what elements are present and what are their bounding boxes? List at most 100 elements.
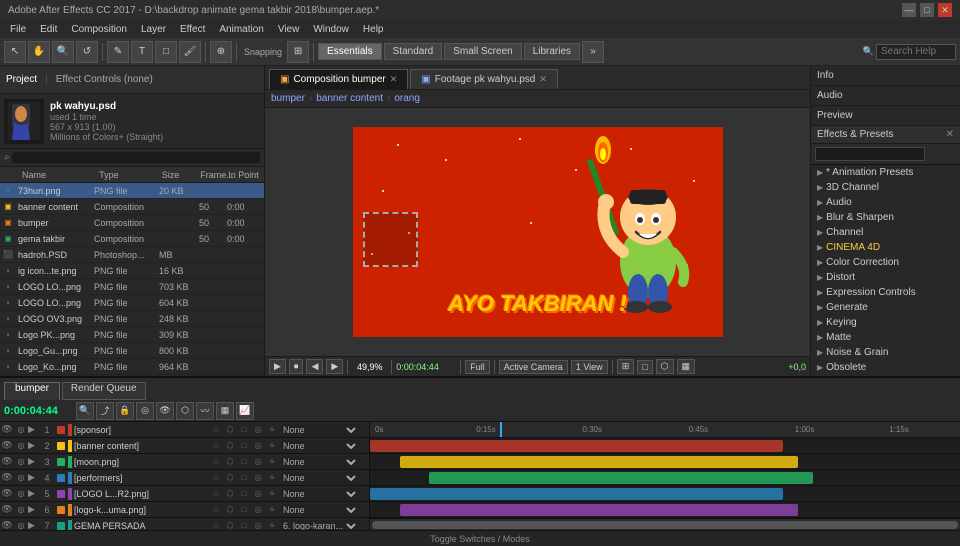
menu-animation[interactable]: Animation xyxy=(213,24,269,35)
layer-sw-2[interactable]: ⬡ xyxy=(223,502,237,518)
layer-sw-2[interactable]: ⬡ xyxy=(223,454,237,470)
layer-row[interactable]: 👁 ◎ ▶ 4 [performers] ☆ ⬡ □ ◎ ≡ None xyxy=(0,470,369,486)
file-row[interactable]: ▪ Logo PK...png PNG file 309 KB xyxy=(0,327,264,343)
camera-btn[interactable]: Active Camera xyxy=(499,360,568,374)
layer-parent-select[interactable]: 6. logo-karan... xyxy=(279,520,369,531)
effect-category-item[interactable]: ▶CINEMA 4D xyxy=(811,240,960,255)
effect-category-item[interactable]: ▶Matte xyxy=(811,330,960,345)
project-search-input[interactable] xyxy=(12,152,260,163)
workspace-small-screen[interactable]: Small Screen xyxy=(444,43,521,60)
layer-solo[interactable] xyxy=(54,518,68,531)
render-queue-tab[interactable]: Render Queue xyxy=(62,382,146,400)
layer-row[interactable]: 👁 ◎ ▶ 1 [sponsor] ☆ ⬡ □ ◎ ≡ None xyxy=(0,422,369,438)
layer-sw-5[interactable]: ≡ xyxy=(265,438,279,454)
layer-expand-arrow[interactable]: ▶ xyxy=(28,488,40,499)
pen-tool[interactable]: ✎ xyxy=(107,41,129,63)
file-row[interactable]: ▪ Logo_Gu...png PNG file 800 KB xyxy=(0,343,264,359)
layer-sw-4[interactable]: ◎ xyxy=(251,454,265,470)
menu-file[interactable]: File xyxy=(4,24,32,35)
effect-category-item[interactable]: ▶Color Correction xyxy=(811,255,960,270)
effect-category-item[interactable]: ▶Keying xyxy=(811,315,960,330)
tl-tool-draft[interactable]: ⬡ xyxy=(176,402,194,420)
layer-expand-arrow[interactable]: ▶ xyxy=(28,440,40,451)
workspace-more[interactable]: » xyxy=(582,41,604,63)
parent-dropdown[interactable]: None xyxy=(279,504,359,516)
parent-dropdown[interactable]: None xyxy=(279,456,359,468)
timeline-tab-bumper[interactable]: bumper xyxy=(4,382,60,400)
paint-tool[interactable]: 🖌 xyxy=(179,41,201,63)
menu-view[interactable]: View xyxy=(272,24,306,35)
tl-tool-motion-blur[interactable]: 〰 xyxy=(196,402,214,420)
layer-audio[interactable]: ◎ xyxy=(14,486,28,502)
effects-search-input[interactable] xyxy=(815,147,925,161)
layer-visibility[interactable]: 👁 xyxy=(0,502,14,518)
breadcrumb-bumper[interactable]: bumper xyxy=(271,93,305,104)
maximize-button[interactable]: □ xyxy=(920,3,934,17)
workspace-essentials[interactable]: Essentials xyxy=(318,43,382,60)
layer-visibility[interactable]: 👁 xyxy=(0,454,14,470)
breadcrumb-orang[interactable]: orang xyxy=(394,93,420,104)
layer-parent-select[interactable]: None xyxy=(279,504,369,516)
layer-sw-3[interactable]: □ xyxy=(237,518,251,531)
tl-tool-lock[interactable]: 🔒 xyxy=(116,402,134,420)
layer-expand-arrow[interactable]: ▶ xyxy=(28,472,40,483)
layer-sw-4[interactable]: ◎ xyxy=(251,518,265,531)
layer-expand-arrow[interactable]: ▶ xyxy=(28,504,40,515)
layer-parent-select[interactable]: None xyxy=(279,456,369,468)
text-tool[interactable]: T xyxy=(131,41,153,63)
safe-zones-btn[interactable]: □ xyxy=(637,360,652,374)
layer-parent-select[interactable]: None xyxy=(279,424,369,436)
parent-dropdown[interactable]: None xyxy=(279,488,359,500)
parent-dropdown[interactable]: None xyxy=(279,424,359,436)
effect-category-item[interactable]: ▶Blur & Sharpen xyxy=(811,210,960,225)
layer-sw-3[interactable]: □ xyxy=(237,454,251,470)
tab-composition-bumper[interactable]: ▣ Composition bumper ✕ xyxy=(269,69,408,89)
layer-sw-5[interactable]: ≡ xyxy=(265,486,279,502)
layer-visibility[interactable]: 👁 xyxy=(0,486,14,502)
layer-solo[interactable] xyxy=(54,454,68,470)
hand-tool[interactable]: ✋ xyxy=(28,41,50,63)
file-row[interactable]: ▪ Logo_Ko...png PNG file 964 KB xyxy=(0,359,264,375)
scroll-thumb[interactable] xyxy=(372,521,958,529)
menu-layer[interactable]: Layer xyxy=(135,24,172,35)
layer-audio[interactable]: ◎ xyxy=(14,502,28,518)
layer-sw-3[interactable]: □ xyxy=(237,470,251,486)
layer-sw-5[interactable]: ≡ xyxy=(265,518,279,531)
layer-row[interactable]: 👁 ◎ ▶ 6 [logo-k...uma.png] ☆ ⬡ □ ◎ ≡ Non… xyxy=(0,502,369,518)
layer-parent-select[interactable]: None xyxy=(279,488,369,500)
playhead[interactable] xyxy=(500,422,502,437)
layer-sw-4[interactable]: ◎ xyxy=(251,470,265,486)
layer-solo[interactable] xyxy=(54,422,68,438)
layer-sw-5[interactable]: ≡ xyxy=(265,454,279,470)
minimize-button[interactable]: — xyxy=(902,3,916,17)
layer-visibility[interactable]: 👁 xyxy=(0,470,14,486)
layer-solo[interactable] xyxy=(54,438,68,454)
file-row[interactable]: ▪ LOGO LO...png PNG file 604 KB xyxy=(0,295,264,311)
layer-sw-1[interactable]: ☆ xyxy=(209,438,223,454)
footage-tab-close[interactable]: ✕ xyxy=(539,74,547,85)
layer-sw-3[interactable]: □ xyxy=(237,486,251,502)
comp-tab-close[interactable]: ✕ xyxy=(390,74,398,85)
layer-sw-5[interactable]: ≡ xyxy=(265,422,279,438)
file-row[interactable]: ⬛ hadroh.PSD Photoshop... MB xyxy=(0,247,264,263)
composition-viewport[interactable]: AYO TAKBIRAN ! xyxy=(265,108,810,356)
layer-audio[interactable]: ◎ xyxy=(14,438,28,454)
file-row[interactable]: ▣ gema takbir Composition 50 0:00 xyxy=(0,231,264,247)
layer-expand-arrow[interactable]: ▶ xyxy=(28,424,40,435)
effect-category-item[interactable]: ▶Generate xyxy=(811,300,960,315)
layer-sw-5[interactable]: ≡ xyxy=(265,502,279,518)
file-row[interactable]: ▣ bumper Composition 50 0:00 xyxy=(0,215,264,231)
layer-sw-5[interactable]: ≡ xyxy=(265,470,279,486)
tl-tool-search[interactable]: 🔍 xyxy=(76,402,94,420)
layer-sw-1[interactable]: ☆ xyxy=(209,518,223,531)
tl-tool-shy[interactable]: 👁 xyxy=(156,402,174,420)
layer-sw-2[interactable]: ⬡ xyxy=(223,422,237,438)
help-search-input[interactable] xyxy=(876,44,956,60)
layer-visibility[interactable]: 👁 xyxy=(0,422,14,438)
layer-solo[interactable] xyxy=(54,486,68,502)
layer-row[interactable]: 👁 ◎ ▶ 3 [moon.png] ☆ ⬡ □ ◎ ≡ None xyxy=(0,454,369,470)
file-row[interactable]: ▪ ig icon...te.png PNG file 16 KB xyxy=(0,263,264,279)
zoom-tool[interactable]: 🔍 xyxy=(52,41,74,63)
menu-window[interactable]: Window xyxy=(307,24,355,35)
file-row[interactable]: ▣ banner content Composition 50 0:00 xyxy=(0,199,264,215)
